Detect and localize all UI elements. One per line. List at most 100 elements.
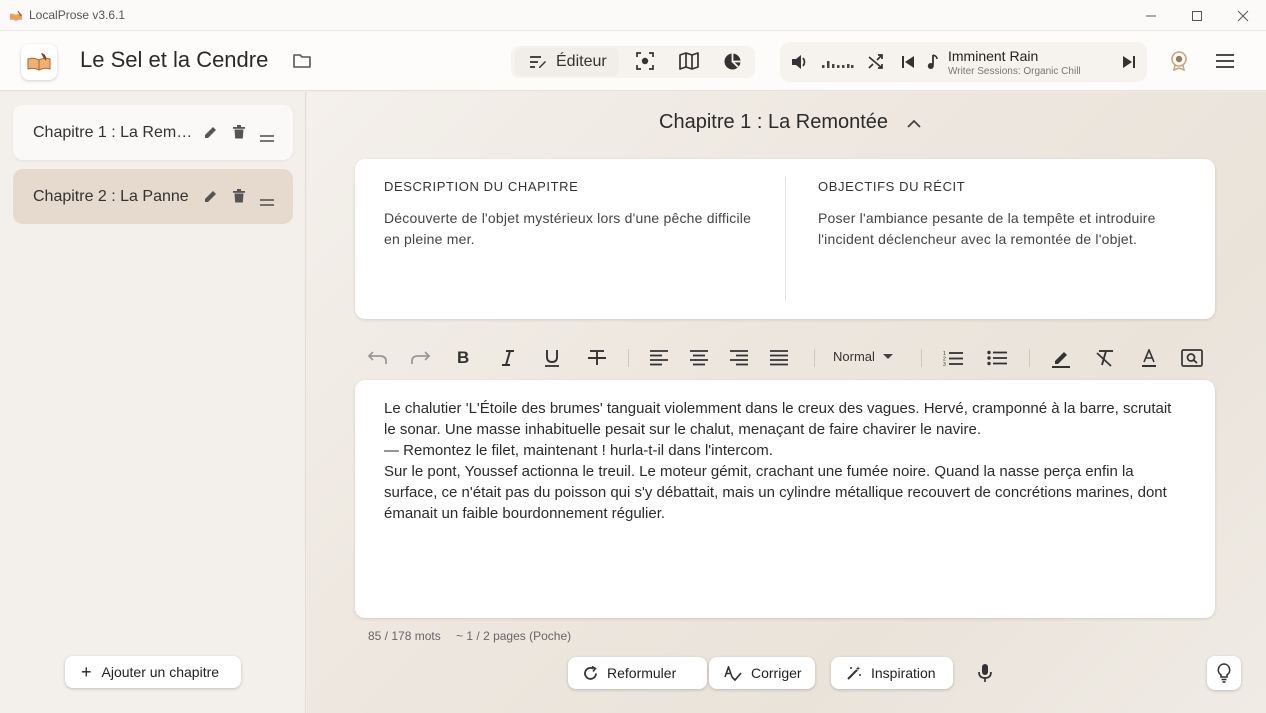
music-note-icon <box>927 54 939 75</box>
edit-icon[interactable] <box>204 125 218 144</box>
underline-icon[interactable] <box>544 346 560 370</box>
maximize-icon <box>1192 10 1202 21</box>
correct-button[interactable]: Corriger <box>709 657 815 689</box>
track-title: Imminent Rain <box>948 48 1039 64</box>
strikethrough-icon[interactable] <box>587 346 607 370</box>
book-quill-icon <box>27 53 51 71</box>
text-style-value: Normal <box>833 349 875 364</box>
chapter-item-label: Chapitre 1 : La Remontée <box>33 123 199 141</box>
chapter-description[interactable]: DESCRIPTION DU CHAPITRE Découverte de l'… <box>384 179 764 250</box>
main-content: Chapitre 1 : La Remontée DESCRIPTION DU … <box>307 92 1266 713</box>
chapter-item-2[interactable]: Chapitre 2 : La Panne <box>13 169 293 224</box>
redo-icon[interactable] <box>410 346 432 370</box>
rephrase-label: Reformuler <box>607 665 677 681</box>
app-logo[interactable] <box>21 44 57 80</box>
inspiration-label: Inspiration <box>871 665 936 681</box>
shuffle-icon[interactable] <box>868 54 884 75</box>
project-title: Le Sel et la Cendre <box>80 47 269 72</box>
svg-text:3: 3 <box>943 362 946 367</box>
formatting-toolbar: B Normal 123 <box>355 342 1215 374</box>
mode-switcher: Éditeur <box>511 46 755 78</box>
inspiration-button[interactable]: Inspiration <box>831 657 953 689</box>
ordered-list-icon[interactable]: 123 <box>943 346 963 370</box>
minimize-button[interactable] <box>1128 0 1174 31</box>
divider <box>785 177 786 301</box>
drag-handle-icon[interactable] <box>260 193 274 211</box>
microphone-icon[interactable] <box>977 663 993 688</box>
chapter-item-1[interactable]: Chapitre 1 : La Remontée <box>13 105 293 160</box>
maximize-button[interactable] <box>1174 0 1220 31</box>
window-titlebar: LocalProse v3.6.1 <box>0 0 1266 31</box>
minimize-icon <box>1146 15 1156 16</box>
story-objectives-title: OBJECTIFS DU RÉCIT <box>818 179 966 194</box>
bold-icon[interactable]: B <box>457 346 469 370</box>
drag-handle-icon[interactable] <box>260 129 274 147</box>
close-button[interactable] <box>1220 0 1266 31</box>
page-count: ~ 1 / 2 pages (Poche) <box>456 629 572 643</box>
caret-down-icon <box>882 354 893 359</box>
story-objectives-text[interactable]: Poser l'ambiance pesante de la tempête e… <box>818 208 1198 250</box>
chapter-heading: Chapitre 1 : La Remontée <box>659 111 889 133</box>
trash-icon[interactable] <box>233 125 245 144</box>
track-subtitle: Writer Sessions: Organic Chill <box>948 66 1081 77</box>
close-icon <box>1237 10 1249 21</box>
edit-icon[interactable] <box>204 189 218 208</box>
align-justify-icon[interactable] <box>770 346 788 370</box>
equalizer-icon <box>822 56 854 74</box>
mode-editor-label: Éditeur <box>556 53 607 70</box>
chapter-item-label: Chapitre 2 : La Panne <box>33 187 189 205</box>
focus-mode-icon[interactable] <box>636 52 654 75</box>
align-center-icon[interactable] <box>690 346 708 370</box>
editor-paragraph: Le chalutier 'L'Étoile des brumes' tangu… <box>384 400 1172 438</box>
toolbar-divider <box>921 349 922 367</box>
map-icon[interactable] <box>679 52 699 75</box>
music-player: Imminent Rain Writer Sessions: Organic C… <box>780 42 1147 82</box>
preview-search-icon[interactable] <box>1181 346 1203 370</box>
bullet-list-icon[interactable] <box>987 346 1007 370</box>
mode-editor-button[interactable]: Éditeur <box>515 48 619 76</box>
chevron-up-icon[interactable] <box>907 116 921 134</box>
italic-icon[interactable] <box>501 346 515 370</box>
next-track-icon[interactable] <box>1123 55 1135 74</box>
magic-wand-icon <box>847 666 861 680</box>
app-logo-icon <box>9 9 23 21</box>
previous-track-icon[interactable] <box>902 55 914 74</box>
plus-icon: + <box>81 662 92 682</box>
text-editor[interactable]: Le chalutier 'L'Étoile des brumes' tangu… <box>355 380 1215 618</box>
editor-paragraph: Sur le pont, Youssef actionna le treuil.… <box>384 463 1167 522</box>
clear-format-icon[interactable] <box>1095 346 1115 370</box>
chapter-description-text[interactable]: Découverte de l'objet mystérieux lors d'… <box>384 208 764 250</box>
trash-icon[interactable] <box>233 189 245 208</box>
text-color-icon[interactable] <box>1141 346 1157 370</box>
chapter-info-card: DESCRIPTION DU CHAPITRE Découverte de l'… <box>355 159 1215 319</box>
story-objectives[interactable]: OBJECTIFS DU RÉCIT Poser l'ambiance pesa… <box>818 179 1198 250</box>
badge-award-icon[interactable] <box>1170 51 1188 76</box>
align-right-icon[interactable] <box>730 346 748 370</box>
text-style-select[interactable]: Normal <box>833 349 893 364</box>
align-left-icon[interactable] <box>650 346 668 370</box>
lightbulb-icon <box>1217 663 1231 683</box>
correct-label: Corriger <box>751 665 802 681</box>
volume-icon[interactable] <box>791 54 809 75</box>
editor-paragraph: — Remontez le filet, maintenant ! hurla-… <box>384 442 773 459</box>
chapter-sidebar: Chapitre 1 : La Remontée Chapitre 2 : La… <box>0 92 306 713</box>
toolbar-divider <box>1029 349 1030 367</box>
spellcheck-icon <box>724 665 742 681</box>
chapter-description-title: DESCRIPTION DU CHAPITRE <box>384 179 579 194</box>
rephrase-button[interactable]: Reformuler <box>568 657 707 689</box>
highlighter-icon[interactable] <box>1051 346 1071 370</box>
add-chapter-button[interactable]: + Ajouter un chapitre <box>65 656 241 688</box>
undo-icon[interactable] <box>366 346 388 370</box>
app-header: Le Sel et la Cendre Éditeur Imminent Rai… <box>0 31 1266 91</box>
editor-stats: 85 / 178 mots ~ 1 / 2 pages (Poche) <box>368 629 583 643</box>
pie-chart-icon[interactable] <box>723 52 742 76</box>
window-title: LocalProse v3.6.1 <box>29 8 126 22</box>
lightbulb-button[interactable] <box>1207 656 1241 690</box>
edit-note-icon <box>530 56 546 68</box>
menu-icon[interactable] <box>1215 53 1235 74</box>
add-chapter-label: Ajouter un chapitre <box>101 664 220 680</box>
word-count: 85 / 178 mots <box>368 629 441 643</box>
toolbar-divider <box>814 349 815 367</box>
toolbar-divider <box>628 349 629 367</box>
folder-icon[interactable] <box>292 52 312 75</box>
